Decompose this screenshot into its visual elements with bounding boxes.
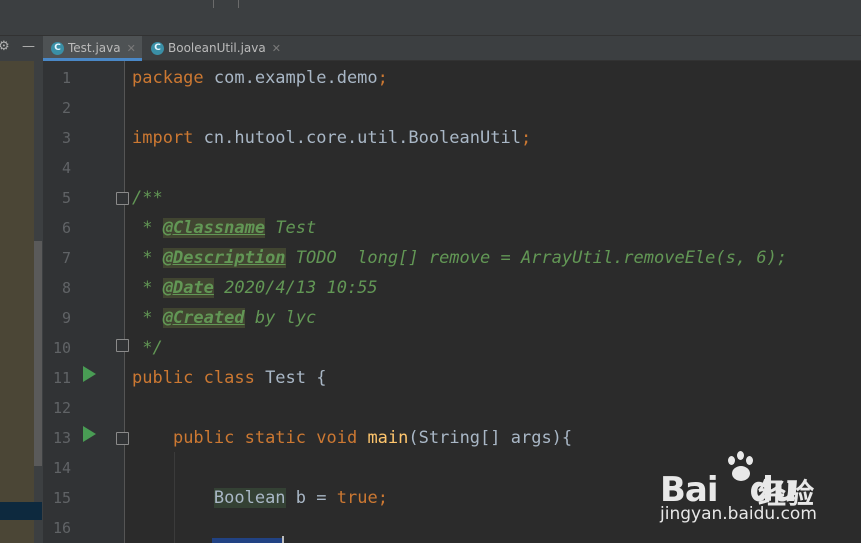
doc-prefix: * <box>132 248 163 268</box>
type-name: Boolean <box>213 488 286 508</box>
line-number: 15 <box>52 489 71 507</box>
run-class-icon[interactable] <box>83 366 96 382</box>
line-number: 1 <box>61 69 71 87</box>
doc-text: TODO long[] remove = ArrayUtil.removeEle… <box>285 248 788 268</box>
code-line-1[interactable]: package com.example.demo; <box>132 63 388 93</box>
line-number: 12 <box>52 399 71 417</box>
doc-prefix: * <box>132 218 163 238</box>
keyword: package <box>132 68 204 88</box>
line-number: 6 <box>61 219 71 237</box>
keyword: public class <box>132 368 255 388</box>
code-line-3[interactable]: import cn.hutool.core.util.BooleanUtil; <box>132 123 531 153</box>
line-number: 16 <box>52 519 71 537</box>
title-bar <box>0 0 861 36</box>
fold-collapse-icon[interactable] <box>116 432 129 445</box>
class-decl: Test { <box>254 368 327 388</box>
close-tab-icon[interactable]: ✕ <box>272 42 281 55</box>
fold-collapse-icon[interactable] <box>116 192 129 205</box>
tab-label: BooleanUtil.java <box>168 41 266 55</box>
line-number: 14 <box>52 459 71 477</box>
line-number: 13 <box>52 429 71 447</box>
doc-tag: @Date <box>162 278 214 298</box>
tab-test-java[interactable]: C Test.java ✕ <box>43 36 142 61</box>
doc-tag: @Description <box>162 248 286 268</box>
project-panel <box>0 36 43 543</box>
line-number: 7 <box>61 249 71 267</box>
semicolon: ; <box>520 128 532 148</box>
tab-booleanutil-java[interactable]: C BooleanUtil.java ✕ <box>143 36 288 60</box>
line-number: 2 <box>61 99 71 117</box>
doc-text: 2020/4/13 10:55 <box>213 278 378 298</box>
project-tree[interactable] <box>0 61 34 543</box>
line-number: 5 <box>61 189 71 207</box>
project-scrollbar[interactable] <box>34 241 42 466</box>
code-line-6[interactable]: * @Classname Test <box>132 213 316 243</box>
code-line-10[interactable]: */ <box>132 333 162 363</box>
baidu-jingyan-watermark: Bai du 经验 jingyan.baidu.com <box>660 450 860 530</box>
close-tab-icon[interactable]: ✕ <box>127 42 136 55</box>
import-path: cn.hutool.core.util.BooleanUtil <box>193 128 521 148</box>
code-line-15[interactable]: Boolean b = true; <box>132 483 388 513</box>
keyword: true <box>336 488 378 508</box>
line-number: 9 <box>61 309 71 327</box>
project-selected-row[interactable] <box>0 502 42 520</box>
editor-tab-bar: C Test.java ✕ C BooleanUtil.java ✕ <box>43 36 861 61</box>
keyword: import <box>132 128 194 148</box>
tab-label: Test.java <box>68 41 121 55</box>
text-caret <box>282 536 284 543</box>
doc-prefix: * <box>132 308 163 328</box>
method-name: main <box>367 428 409 448</box>
watermark-url: jingyan.baidu.com <box>660 504 817 524</box>
code-line-9[interactable]: * @Created by lyc <box>132 303 316 333</box>
run-main-icon[interactable] <box>83 426 96 442</box>
minimize-icon[interactable]: — <box>22 38 35 56</box>
line-number: 3 <box>61 129 71 147</box>
selection-highlight <box>212 538 282 543</box>
java-class-icon: C <box>51 41 64 55</box>
doc-text: Test <box>265 218 317 238</box>
semicolon: ; <box>377 68 388 88</box>
keyword: public static void <box>172 428 358 448</box>
code-line-13[interactable]: public static void main(String[] args){ <box>132 423 572 453</box>
code-line-8[interactable]: * @Date 2020/4/13 10:55 <box>132 273 378 303</box>
doc-tag: @Classname <box>162 218 266 238</box>
fold-end-icon[interactable] <box>116 339 129 352</box>
line-number: 4 <box>61 159 71 177</box>
code-line-5[interactable]: /** <box>132 183 163 213</box>
doc-tag: @Created <box>162 308 245 328</box>
semicolon: ; <box>377 488 388 508</box>
line-number: 8 <box>61 279 71 297</box>
code-line-7[interactable]: * @Description TODO long[] remove = Arra… <box>132 243 787 273</box>
package-name: com.example.demo <box>203 68 378 88</box>
var-assign: b = <box>285 488 337 508</box>
doc-text: by lyc <box>244 308 317 328</box>
line-number: 10 <box>52 339 71 357</box>
toolbar-divider <box>213 0 214 8</box>
settings-gear-icon[interactable]: ⚙ <box>0 38 10 56</box>
line-number: 11 <box>52 369 71 387</box>
java-class-icon: C <box>151 41 164 55</box>
doc-prefix: * <box>132 278 163 298</box>
method-params: (String[] args){ <box>408 428 573 448</box>
toolbar-divider <box>238 0 239 8</box>
code-line-11[interactable]: public class Test { <box>132 363 326 393</box>
